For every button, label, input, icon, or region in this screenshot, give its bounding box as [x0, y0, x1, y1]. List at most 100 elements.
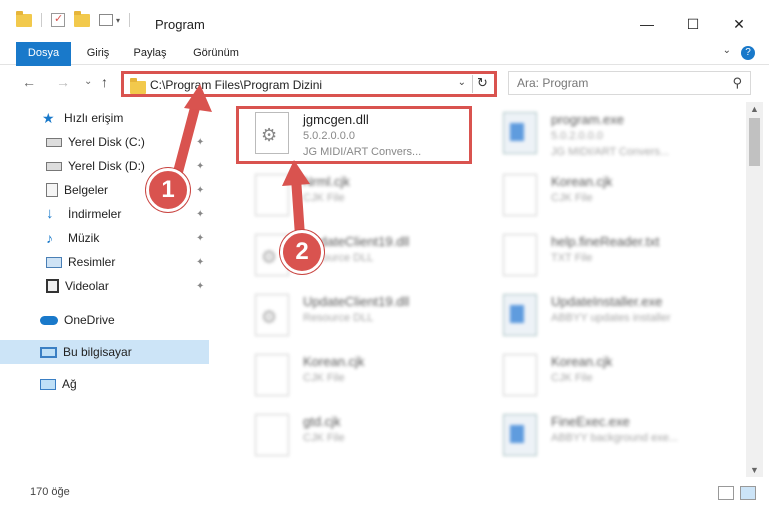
sidebar-item-label: Videolar	[65, 279, 109, 293]
sidebar-item-quick-access[interactable]: ★ Hızlı erişim	[0, 106, 212, 130]
sidebar-item-label: Belgeler	[64, 183, 109, 197]
file-type: TXT File	[551, 252, 593, 264]
recent-locations-button[interactable]: ⌄	[84, 76, 92, 87]
navigation-pane: ★ Hızlı erişim Yerel Disk (C:) ✦ Yerel D…	[0, 102, 212, 477]
file-type: CJK File	[303, 432, 345, 444]
maximize-button[interactable]: ☐	[670, 10, 716, 38]
star-icon: ★	[42, 110, 55, 126]
file-item[interactable]: UpdateClient19.dll Resource DLL	[235, 228, 475, 284]
file-type: ABBYY background exe...	[551, 432, 678, 444]
file-item[interactable]: Korean.cjk CJK File	[235, 348, 475, 404]
address-dropdown-icon[interactable]: ⌄	[458, 77, 466, 88]
sidebar-item-disk-c[interactable]: Yerel Disk (C:) ✦	[0, 130, 212, 154]
download-icon: ↓	[46, 205, 54, 222]
tiles-view-icon[interactable]	[740, 486, 756, 500]
view-options-icon[interactable]	[99, 14, 113, 26]
file-item[interactable]: UpdateInstaller.exe ABBYY updates instal…	[483, 288, 723, 344]
pin-icon[interactable]: ✦	[196, 137, 204, 148]
file-item[interactable]: program.exe 5.0.2.0.0.0 JG MIDI/ART Conv…	[483, 106, 723, 162]
separator	[41, 13, 42, 27]
sidebar-item-label: Yerel Disk (C:)	[68, 135, 145, 149]
blank-file-icon	[503, 234, 537, 276]
window-title: Program	[155, 17, 205, 32]
sidebar-item-label: Ağ	[62, 377, 77, 391]
help-icon[interactable]: ?	[741, 46, 755, 60]
new-folder-icon[interactable]	[74, 10, 90, 27]
vertical-scrollbar[interactable]: ▲ ▼	[746, 102, 763, 477]
pin-icon[interactable]: ✦	[196, 185, 204, 196]
exe-icon	[503, 112, 537, 154]
file-item[interactable]: Korean.cjk CJK File	[483, 348, 723, 404]
sidebar-item-label: İndirmeler	[68, 207, 122, 221]
quick-access-toolbar: ✓ ▾	[16, 10, 131, 27]
videos-icon	[46, 279, 59, 293]
forward-button[interactable]: →	[56, 74, 70, 90]
pictures-icon	[46, 256, 62, 268]
file-type: Resource DLL	[303, 312, 374, 324]
blank-file-icon	[503, 354, 537, 396]
item-count: 170 öğe	[30, 486, 70, 498]
scroll-thumb[interactable]	[749, 118, 760, 166]
file-name: Korean.cjk	[551, 174, 613, 189]
sidebar-item-videos[interactable]: Videolar ✦	[0, 274, 212, 298]
file-name: UpdateInstaller.exe	[551, 294, 663, 309]
search-icon[interactable]: ⚲	[732, 75, 742, 91]
search-input[interactable]: Ara: Program	[517, 76, 588, 90]
file-type: ABBYY updates installer	[551, 312, 671, 324]
scroll-up-icon[interactable]: ▲	[750, 104, 759, 114]
file-item[interactable]: UpdateClient19.dll Resource DLL	[235, 288, 475, 344]
step-1-badge: 1	[146, 168, 190, 212]
file-item[interactable]: help.fineReader.txt TXT File	[483, 228, 723, 284]
drive-icon	[46, 137, 62, 147]
sidebar-item-music[interactable]: ♪ Müzik ✦	[0, 226, 212, 250]
pin-icon[interactable]: ✦	[196, 233, 204, 244]
file-name: gtd.cjk	[303, 414, 341, 429]
sidebar-item-this-pc[interactable]: Bu bilgisayar	[0, 340, 209, 364]
scroll-down-icon[interactable]: ▼	[750, 465, 759, 475]
minimize-button[interactable]: —	[624, 10, 670, 38]
music-icon: ♪	[46, 230, 53, 246]
folder-icon[interactable]	[16, 10, 32, 27]
file-version: 5.0.2.0.0.0	[551, 130, 603, 142]
tab-home[interactable]: Giriş	[78, 42, 118, 65]
documents-icon	[46, 183, 58, 197]
tab-view[interactable]: Görünüm	[184, 42, 248, 65]
tab-share[interactable]: Paylaş	[125, 42, 175, 65]
address-bar[interactable]: C:\Program Files\Program Dizini ⌄ ↻	[121, 71, 497, 97]
details-view-icon[interactable]	[718, 486, 734, 500]
file-item[interactable]: gtd.cjk CJK File	[235, 408, 475, 464]
file-name: program.exe	[551, 112, 624, 127]
pin-icon[interactable]: ✦	[196, 161, 204, 172]
customize-qa-icon[interactable]: ▾	[116, 16, 120, 25]
pin-icon[interactable]: ✦	[196, 257, 204, 268]
sidebar-item-network[interactable]: Ağ	[0, 372, 212, 396]
blank-file-icon	[255, 414, 289, 456]
pin-icon[interactable]: ✦	[196, 281, 204, 292]
sidebar-item-label: Hızlı erişim	[64, 111, 124, 125]
cloud-icon	[40, 315, 58, 325]
file-type: CJK File	[551, 192, 593, 204]
file-item[interactable]: Nrml.cjk CJK File	[235, 168, 475, 224]
search-box[interactable]: Ara: Program ⚲	[508, 71, 751, 95]
sidebar-item-label: Yerel Disk (D:)	[68, 159, 145, 173]
file-item[interactable]: FineExec.exe ABBYY background exe...	[483, 408, 723, 464]
file-name: Nrml.cjk	[303, 174, 350, 189]
pin-icon[interactable]: ✦	[196, 209, 204, 220]
properties-icon[interactable]: ✓	[51, 13, 65, 27]
back-button[interactable]: ←	[22, 74, 36, 90]
blank-file-icon	[255, 354, 289, 396]
title-bar: ✓ ▾ Program — ☐ ✕	[0, 0, 769, 42]
file-type: CJK File	[303, 192, 345, 204]
address-path[interactable]: C:\Program Files\Program Dizini	[150, 78, 322, 92]
up-button[interactable]: ↑	[101, 74, 108, 90]
computer-icon	[40, 346, 57, 358]
file-name: Korean.cjk	[303, 354, 365, 369]
file-item[interactable]: Korean.cjk CJK File	[483, 168, 723, 224]
sidebar-item-pictures[interactable]: Resimler ✦	[0, 250, 212, 274]
sidebar-item-label: Müzik	[68, 231, 100, 245]
refresh-button[interactable]: ↻	[472, 75, 492, 93]
ribbon-expand-icon[interactable]: ⌄	[723, 45, 731, 56]
sidebar-item-onedrive[interactable]: OneDrive	[0, 308, 212, 332]
close-button[interactable]: ✕	[716, 10, 762, 38]
file-name: Korean.cjk	[551, 354, 613, 369]
